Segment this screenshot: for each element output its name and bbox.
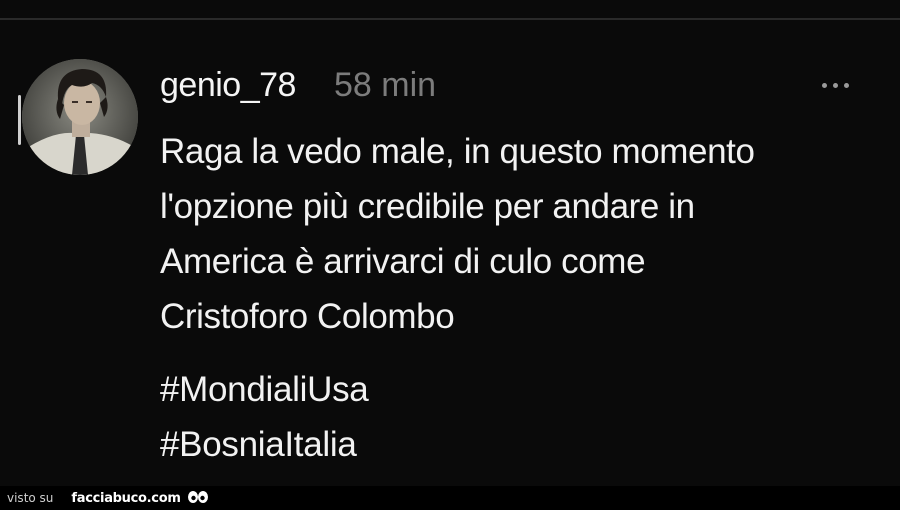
hashtag-list: #MondialiUsa #BosniaItalia [160, 362, 369, 472]
username[interactable]: genio_78 [160, 64, 296, 106]
avatar-photo [22, 59, 138, 175]
hashtag-link[interactable]: #BosniaItalia [160, 417, 368, 472]
more-options-button[interactable] [810, 72, 860, 98]
ellipsis-icon [832, 82, 838, 88]
footer-label: visto su [7, 491, 54, 505]
post-body-line: l'opzione più credibile per andare in [160, 187, 695, 226]
post-body-line: America è arrivarci di culo come [160, 242, 646, 281]
eyes-icon [187, 490, 209, 506]
post-body: Raga la vedo male, in questo momento l'o… [160, 124, 880, 344]
watermark-footer: visto su facciabuco.com [0, 486, 900, 510]
post-time: 58 min [334, 66, 437, 104]
ellipsis-icon [843, 82, 849, 88]
post-body-line: Raga la vedo male, in questo momento [160, 132, 755, 171]
top-divider [0, 18, 900, 20]
post-card: genio_78 58 min Raga la vedo male, in qu… [0, 0, 900, 486]
footer-site-link[interactable]: facciabuco.com [71, 491, 181, 506]
post-body-line: Cristoforo Colombo [160, 297, 455, 336]
thread-edge-marker [18, 95, 21, 145]
hashtag-link[interactable]: #MondialiUsa [160, 362, 369, 417]
avatar[interactable] [22, 59, 138, 175]
ellipsis-icon [821, 82, 827, 88]
